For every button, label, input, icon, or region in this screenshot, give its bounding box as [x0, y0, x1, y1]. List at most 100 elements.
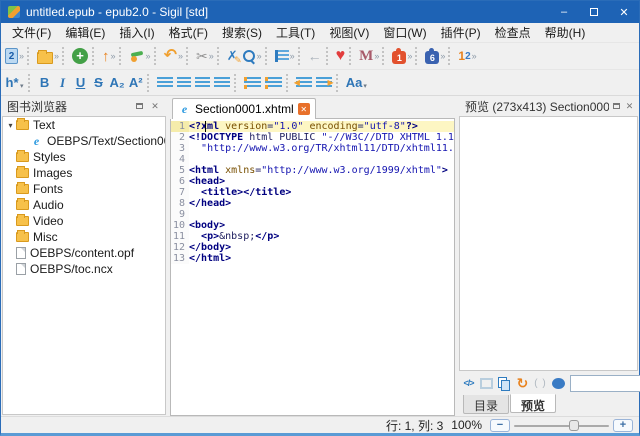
- code-line-7[interactable]: 7 <title></title>: [171, 187, 454, 198]
- tree-item-misc[interactable]: Misc: [3, 229, 165, 245]
- dropdown-caret-icon: ▾: [363, 82, 367, 90]
- cut-button[interactable]: ✂»: [194, 47, 215, 66]
- bullet-list-button[interactable]: [242, 76, 263, 90]
- code-line-5[interactable]: 5<html xmlns="http://www.w3.org/1999/xht…: [171, 165, 454, 176]
- text-cursor: [205, 121, 206, 132]
- plugin-2-button[interactable]: 6»: [423, 47, 446, 65]
- close-preview-button[interactable]: ✕: [624, 99, 635, 113]
- menu-item-1[interactable]: 编辑(E): [58, 22, 112, 43]
- inspect-icon[interactable]: [480, 378, 493, 389]
- preview-viewport[interactable]: [459, 116, 638, 371]
- menu-item-7[interactable]: 窗口(W): [376, 22, 433, 43]
- code-line-1[interactable]: 1<?xml version="1.0" encoding="utf-8"?>: [171, 121, 454, 132]
- new-epub-button[interactable]: 2»: [3, 47, 25, 65]
- minimize-button[interactable]: –: [549, 1, 579, 23]
- metadata-editor-button[interactable]: M»: [357, 47, 380, 66]
- italic-button[interactable]: I: [54, 74, 72, 92]
- heading-button[interactable]: h*▾: [3, 74, 26, 91]
- float-panel-button[interactable]: [132, 99, 146, 113]
- index-editor-button[interactable]: 1»: [456, 48, 477, 64]
- preview-tab-active[interactable]: 预览: [510, 394, 556, 413]
- numbered-list-button[interactable]: [263, 76, 284, 90]
- code-line-12[interactable]: 12</body>: [171, 242, 454, 253]
- tree-item-styles[interactable]: Styles: [3, 149, 165, 165]
- code-line-11[interactable]: 11 <p>&nbsp;</p>: [171, 231, 454, 242]
- save-as-button[interactable]: »: [127, 48, 152, 64]
- open-icon: [37, 52, 53, 64]
- open-button[interactable]: »: [35, 48, 60, 65]
- window-title: untitled.epub - epub2.0 - Sigil [std]: [26, 5, 208, 19]
- find-replace-button[interactable]: »: [240, 48, 263, 64]
- code-line-8[interactable]: 8</head>: [171, 198, 454, 209]
- code-text: <head>: [189, 176, 225, 187]
- align-center-button[interactable]: [175, 76, 193, 90]
- bold-icon: B: [38, 75, 52, 90]
- menu-item-0[interactable]: 文件(F): [5, 22, 58, 43]
- bold-button[interactable]: B: [36, 74, 54, 91]
- close-button[interactable]: ✕: [609, 1, 639, 23]
- menu-item-4[interactable]: 搜索(S): [215, 22, 269, 43]
- expander-icon[interactable]: ▾: [5, 121, 16, 130]
- tab-section0001[interactable]: e Section0001.xhtml ✕: [172, 98, 316, 119]
- tree-item-text[interactable]: ▾Text: [3, 117, 165, 133]
- code-editor[interactable]: 1<?xml version="1.0" encoding="utf-8"?>2…: [170, 119, 455, 416]
- code-line-10[interactable]: 10<body>: [171, 220, 454, 231]
- code-line-6[interactable]: 6<head>: [171, 176, 454, 187]
- menu-item-9[interactable]: 检查点: [488, 22, 538, 43]
- tree-item-images[interactable]: Images: [3, 165, 165, 181]
- menu-item-8[interactable]: 插件(P): [434, 22, 488, 43]
- zoom-slider[interactable]: [514, 419, 609, 432]
- add-existing-file-button[interactable]: +: [70, 47, 90, 65]
- code-line-9[interactable]: 9: [171, 209, 454, 220]
- preview-address-input[interactable]: [570, 375, 640, 392]
- navigate-icon[interactable]: [552, 378, 565, 389]
- code-text: </html>: [189, 253, 231, 264]
- subscript-button[interactable]: A₂: [108, 74, 127, 91]
- indent-button[interactable]: [314, 76, 334, 90]
- code-view-icon[interactable]: </>: [462, 378, 475, 388]
- tree-item-oebps-text-section0001-xhtml[interactable]: eOEBPS/Text/Section0001.xhtml: [3, 133, 165, 149]
- tree-item-fonts[interactable]: Fonts: [3, 181, 165, 197]
- preview-tab-inactive[interactable]: 目录: [463, 395, 509, 414]
- maximize-button[interactable]: [579, 1, 609, 23]
- code-line-2[interactable]: 2<!DOCTYPE html PUBLIC "-//W3C//DTD XHTM…: [171, 132, 454, 143]
- delete-button[interactable]: ✗: [225, 47, 240, 65]
- zoom-out-button[interactable]: −: [490, 419, 510, 432]
- code-line-13[interactable]: 13</html>: [171, 253, 454, 264]
- menu-item-6[interactable]: 视图(V): [322, 22, 376, 43]
- menu-item-2[interactable]: 插入(I): [112, 22, 161, 43]
- align-left-button[interactable]: [155, 76, 175, 90]
- save-button[interactable]: ↑»: [100, 47, 117, 66]
- tree-item-oebps-content-opf[interactable]: OEBPS/content.opf: [3, 245, 165, 261]
- superscript-button[interactable]: A²: [127, 74, 145, 91]
- code-line-3[interactable]: 3 "http://www.w3.org/TR/xhtml11/DTD/xhtm…: [171, 143, 454, 154]
- brackets-icon[interactable]: ( ): [534, 378, 547, 389]
- float-preview-button[interactable]: [611, 99, 622, 113]
- align-justify-button[interactable]: [212, 76, 232, 90]
- back-button[interactable]: ←: [306, 47, 324, 65]
- tree-item-video[interactable]: Video: [3, 213, 165, 229]
- menu-item-5[interactable]: 工具(T): [269, 22, 322, 43]
- code-line-4[interactable]: 4: [171, 154, 454, 165]
- tree-item-audio[interactable]: Audio: [3, 197, 165, 213]
- zoom-slider-handle[interactable]: [569, 420, 579, 431]
- strikethrough-button[interactable]: S: [90, 74, 108, 91]
- format-marks-button[interactable]: »: [273, 49, 296, 63]
- tree-item-oebps-toc-ncx[interactable]: OEBPS/toc.ncx: [3, 261, 165, 277]
- underline-button[interactable]: U: [72, 74, 90, 91]
- plugin-1-button[interactable]: 1»: [390, 47, 413, 65]
- change-case-button[interactable]: Aa▾: [344, 74, 369, 91]
- donate-button[interactable]: ♥: [334, 46, 348, 66]
- undo-button[interactable]: ↶»: [162, 48, 184, 64]
- align-right-button[interactable]: [193, 76, 212, 90]
- zoom-in-button[interactable]: +: [613, 419, 633, 432]
- menu-item-10[interactable]: 帮助(H): [538, 22, 593, 43]
- back-icon: ←: [308, 48, 322, 64]
- outdent-button[interactable]: [294, 76, 314, 90]
- menu-item-3[interactable]: 格式(F): [162, 22, 215, 43]
- refresh-icon[interactable]: ↻: [516, 375, 529, 392]
- close-panel-button[interactable]: ✕: [148, 99, 162, 113]
- save-as-icon: [129, 49, 145, 63]
- copy-icon[interactable]: [498, 377, 511, 389]
- tab-close-icon[interactable]: ✕: [298, 103, 310, 115]
